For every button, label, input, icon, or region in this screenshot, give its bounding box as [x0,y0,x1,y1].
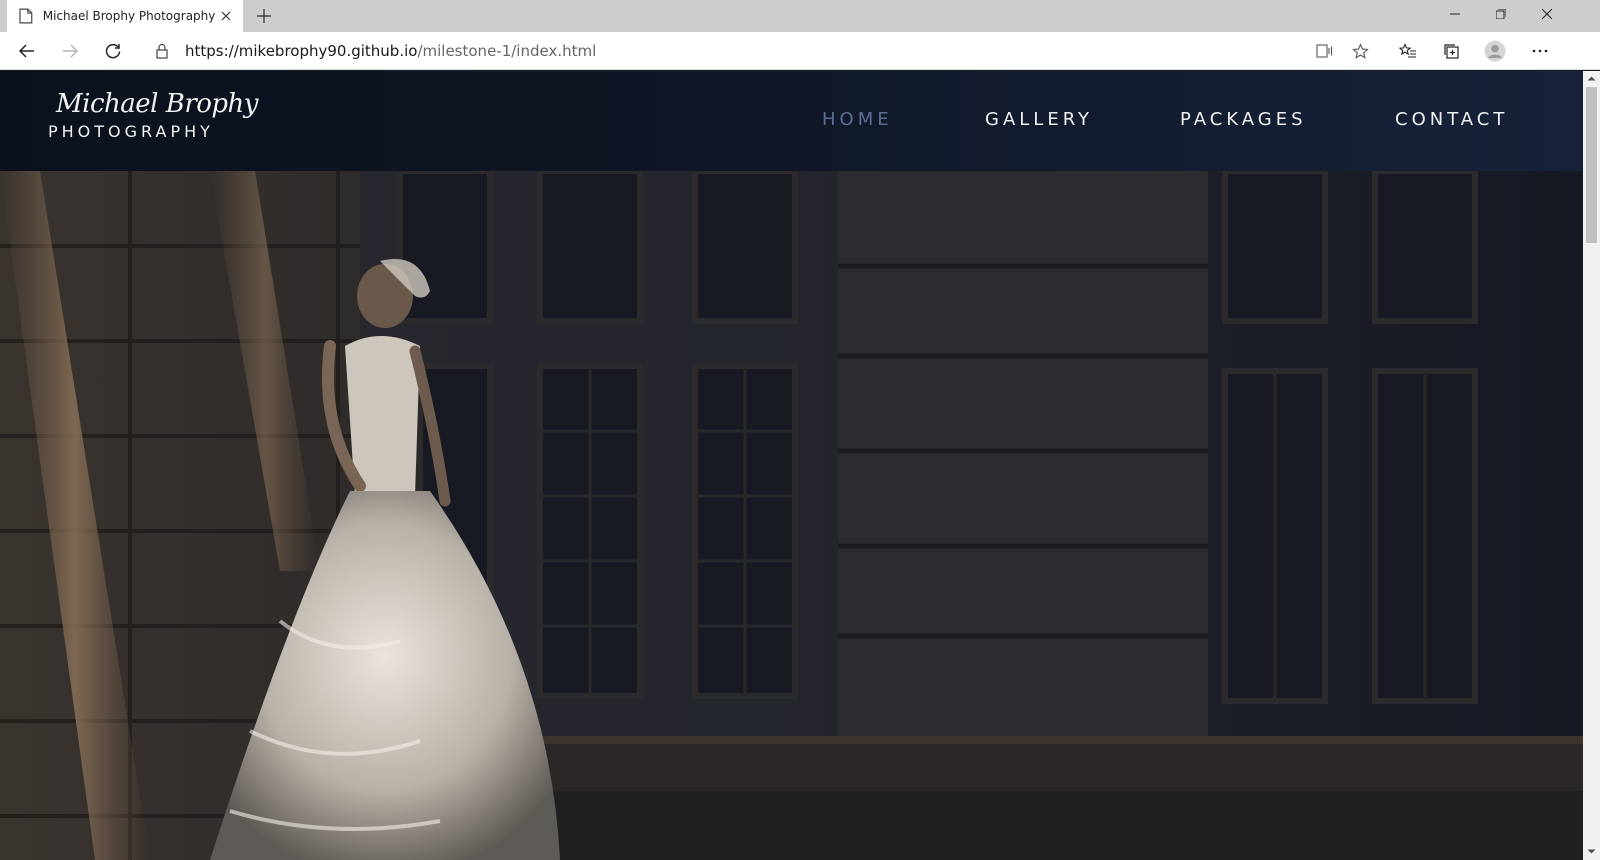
more-options-icon[interactable] [1525,36,1555,66]
scroll-down-icon[interactable] [1587,847,1596,856]
restore-icon[interactable] [1478,0,1524,28]
site-logo[interactable]: Michael Brophy PHOTOGRAPHY [48,89,258,149]
favorite-star-icon[interactable] [1349,40,1371,62]
favorites-icon[interactable] [1393,36,1423,66]
collections-icon[interactable] [1436,36,1466,66]
browser-toolbar: https://mikebrophy90.github.io/milestone… [0,32,1600,70]
logo-wordmark: PHOTOGRAPHY [48,122,214,141]
read-aloud-icon[interactable] [1314,40,1336,62]
site-header: Michael Brophy PHOTOGRAPHY HOME GALLERY … [0,71,1583,171]
minimize-icon[interactable] [1432,0,1478,28]
address-bar[interactable]: https://mikebrophy90.github.io/milestone… [144,35,1406,67]
url-path: /milestone-1/index.html [417,42,597,60]
page-scrollbar[interactable] [1583,71,1600,860]
scroll-thumb[interactable] [1586,87,1597,243]
lock-icon [156,43,168,59]
back-icon[interactable] [12,36,42,66]
close-tab-icon[interactable] [215,5,237,27]
tab-title: Michael Brophy Photography [42,9,216,23]
url-host: https://mikebrophy90.github.io [185,42,418,60]
refresh-icon[interactable] [98,36,128,66]
page-viewport: Michael Brophy PHOTOGRAPHY HOME GALLERY … [0,71,1583,860]
profile-avatar-icon[interactable] [1480,36,1510,66]
nav-packages[interactable]: PACKAGES [1180,109,1307,130]
page-icon [19,8,33,24]
hero-image [0,171,1583,860]
scroll-up-icon[interactable] [1587,74,1596,83]
hero-photo [0,171,1583,860]
new-tab-icon[interactable] [252,4,276,28]
logo-script: Michael Brophy [56,89,258,119]
nav-gallery[interactable]: GALLERY [985,109,1093,130]
nav-contact[interactable]: CONTACT [1395,109,1508,130]
close-window-icon[interactable] [1524,0,1570,28]
nav-home[interactable]: HOME [822,109,893,130]
url-text: https://mikebrophy90.github.io/milestone… [185,42,596,60]
browser-tab-active[interactable]: Michael Brophy Photography [7,0,243,32]
forward-icon[interactable] [55,36,85,66]
browser-tabstrip: Michael Brophy Photography [0,0,1600,32]
